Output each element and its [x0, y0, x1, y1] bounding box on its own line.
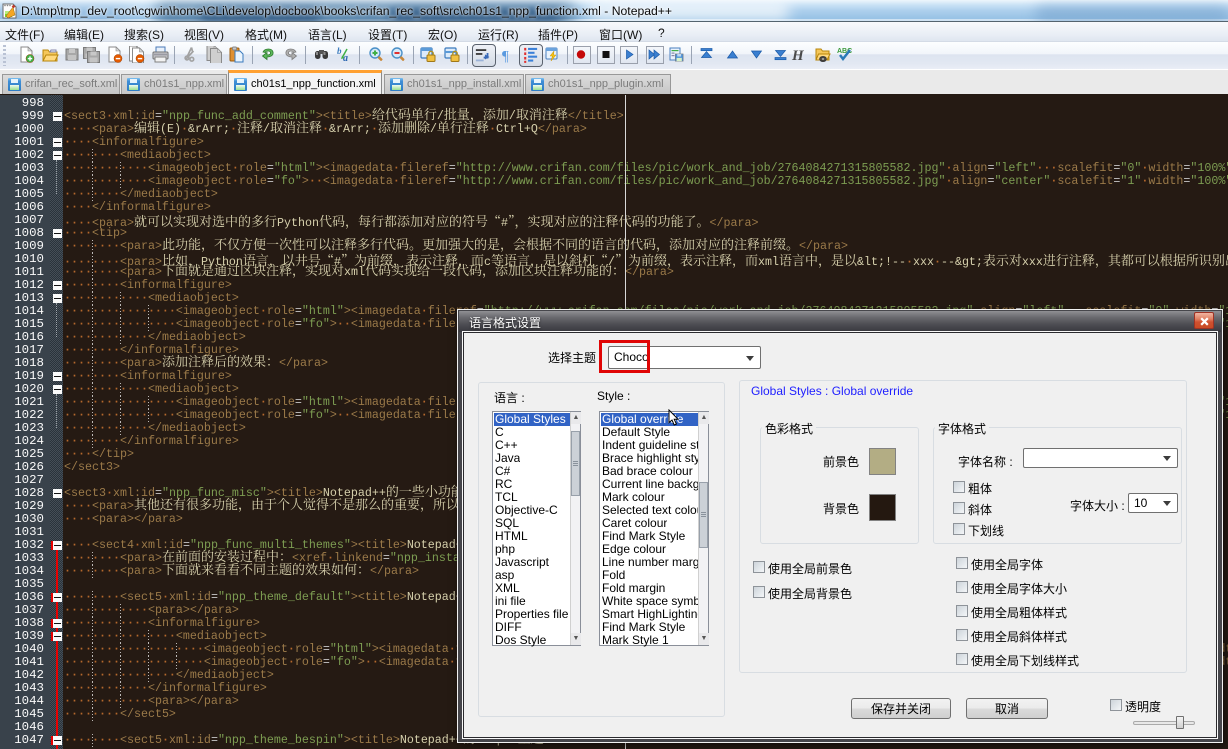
svg-text:b: b [337, 46, 342, 56]
svg-text:H: H [791, 48, 805, 63]
svg-text:¶: ¶ [502, 49, 509, 64]
